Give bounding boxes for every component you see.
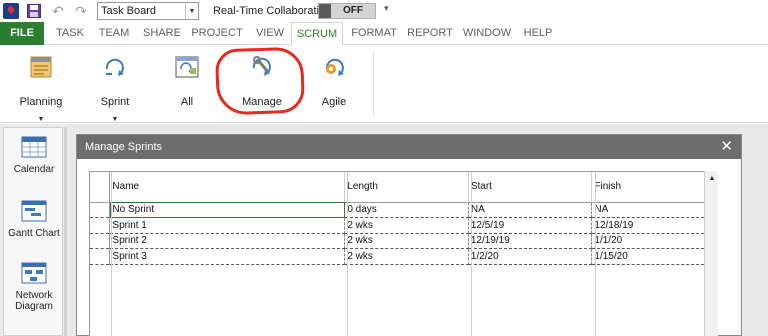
ribbon-tabs: FILE TASK TEAM SHARE PROJECT VIEW SCRUM … <box>0 22 768 46</box>
agile-icon <box>318 53 350 81</box>
tab-help[interactable]: HELP <box>518 22 558 45</box>
view-sidebar: Calendar Gantt Chart Network Diagram <box>3 127 63 336</box>
sprint-button[interactable]: Sprint ▼ <box>88 53 142 123</box>
cell-name[interactable]: Sprint 3 <box>109 248 346 265</box>
cell-name[interactable]: Sprint 1 <box>109 217 346 234</box>
column-divider <box>111 172 112 336</box>
save-icon <box>27 4 41 18</box>
cell-start[interactable]: 12/19/19 <box>468 233 593 249</box>
toggle-knob <box>319 4 331 18</box>
sidebar-item-gantt-chart[interactable]: Gantt Chart <box>4 200 64 239</box>
redo-button[interactable]: ↷ <box>73 2 89 20</box>
sprints-grid: Name Length Start Finish No Sprint 0 day… <box>89 171 715 336</box>
cell-finish[interactable]: 12/18/19 <box>591 217 714 234</box>
save-button[interactable] <box>26 2 42 20</box>
table-row[interactable]: No Sprint 0 days NA NA <box>90 202 714 218</box>
cell-start[interactable]: 12/5/19 <box>468 217 593 234</box>
sidebar-item-label: Calendar <box>13 164 55 175</box>
tab-format[interactable]: FORMAT <box>346 22 402 45</box>
close-icon[interactable]: ✕ <box>720 135 733 159</box>
collaboration-toggle[interactable]: OFF <box>318 3 376 19</box>
ribbon-separator <box>373 51 374 115</box>
all-sprints-label: All <box>180 96 194 108</box>
planning-label: Planning <box>19 96 63 108</box>
collaboration-state: OFF <box>343 5 363 16</box>
sprints-table: Name Length Start Finish No Sprint 0 day… <box>90 172 714 265</box>
tab-task[interactable]: TASK <box>50 22 90 45</box>
sprint-icon <box>99 53 131 81</box>
row-header[interactable] <box>90 217 111 234</box>
redo-icon: ↷ <box>75 2 87 19</box>
cell-name[interactable]: Sprint 2 <box>109 233 346 249</box>
row-header[interactable] <box>90 202 111 218</box>
cell-finish[interactable]: 1/15/20 <box>591 248 714 265</box>
table-row[interactable]: Sprint 1 2 wks 12/5/19 12/18/19 <box>90 217 714 234</box>
network-diagram-icon <box>21 262 47 284</box>
cell-start[interactable]: NA <box>468 202 593 218</box>
view-selector-value: Task Board <box>101 5 157 17</box>
row-header[interactable] <box>90 233 111 249</box>
customize-toolbar-icon[interactable]: ▾ <box>384 3 389 14</box>
column-header-length[interactable]: Length <box>344 172 469 203</box>
tab-share[interactable]: SHARE <box>139 22 185 45</box>
column-divider <box>595 172 596 336</box>
sidebar-item-calendar[interactable]: Calendar <box>4 136 64 175</box>
collaboration-label: Real-Time Collaboration <box>213 5 332 17</box>
cell-finish[interactable]: 1/1/20 <box>591 233 714 249</box>
view-selector[interactable]: Task Board ▼ <box>97 2 199 20</box>
sidebar-item-label: Network Diagram <box>15 290 53 312</box>
column-divider <box>471 172 472 336</box>
ribbon-panel: Planning ▼ Sprint ▼ All Manage Agile <box>0 45 768 123</box>
tab-window[interactable]: WINDOW <box>460 22 514 45</box>
calendar-icon <box>21 136 47 158</box>
planning-icon <box>25 53 57 81</box>
all-sprints-icon <box>171 53 203 81</box>
chevron-down-icon: ▼ <box>111 116 119 123</box>
manage-highlight-annotation <box>214 46 306 116</box>
tab-scrum[interactable]: SCRUM <box>291 22 343 46</box>
tab-view[interactable]: VIEW <box>250 22 290 45</box>
undo-button[interactable]: ↶ <box>50 2 66 20</box>
cell-name[interactable]: No Sprint <box>109 202 346 218</box>
sidebar-item-label: Gantt Chart <box>8 228 60 239</box>
cell-start[interactable]: 1/2/20 <box>468 248 593 265</box>
cell-length[interactable]: 2 wks <box>344 248 469 265</box>
dialog-title-bar: Manage Sprints ✕ <box>77 135 741 159</box>
cell-length[interactable]: 2 wks <box>344 217 469 234</box>
gantt-chart-icon <box>21 200 47 222</box>
tab-team[interactable]: TEAM <box>92 22 136 45</box>
quick-access-toolbar: ↶ ↷ Task Board ▼ Real-Time Collaboration… <box>0 0 768 22</box>
agile-label: Agile <box>321 96 347 108</box>
column-divider <box>347 172 348 336</box>
manage-sprints-dialog: Manage Sprints ✕ Name Length Start Finis… <box>76 134 742 336</box>
agile-button[interactable]: Agile <box>306 53 362 117</box>
sidebar-splitter[interactable] <box>64 127 67 336</box>
tab-project[interactable]: PROJECT <box>188 22 246 45</box>
undo-icon: ↶ <box>52 2 64 19</box>
sidebar-item-network-diagram[interactable]: Network Diagram <box>4 262 64 312</box>
column-header-start[interactable]: Start <box>468 172 593 203</box>
planning-button[interactable]: Planning ▼ <box>14 53 68 123</box>
vertical-scrollbar[interactable]: ▲ <box>704 171 718 336</box>
row-header-corner <box>90 172 111 203</box>
column-header-name[interactable]: Name <box>109 172 346 203</box>
row-header[interactable] <box>90 248 111 265</box>
table-row[interactable]: Sprint 2 2 wks 12/19/19 1/1/20 <box>90 233 714 249</box>
column-header-finish[interactable]: Finish <box>591 172 714 203</box>
table-row[interactable]: Sprint 3 2 wks 1/2/20 1/15/20 <box>90 248 714 265</box>
cell-length[interactable]: 0 days <box>344 202 469 218</box>
cell-finish[interactable]: NA <box>591 202 714 218</box>
tab-file[interactable]: FILE <box>0 22 44 45</box>
all-sprints-button[interactable]: All <box>160 53 214 117</box>
cell-length[interactable]: 2 wks <box>344 233 469 249</box>
chevron-down-icon: ▼ <box>37 116 45 123</box>
app-logo-icon <box>3 3 19 19</box>
scroll-up-icon[interactable]: ▲ <box>705 171 719 185</box>
tab-report[interactable]: REPORT <box>405 22 455 45</box>
dialog-title: Manage Sprints <box>85 141 163 153</box>
table-header-row: Name Length Start Finish <box>90 172 714 203</box>
sprint-label: Sprint <box>100 96 130 108</box>
chevron-down-icon[interactable]: ▼ <box>185 3 198 19</box>
